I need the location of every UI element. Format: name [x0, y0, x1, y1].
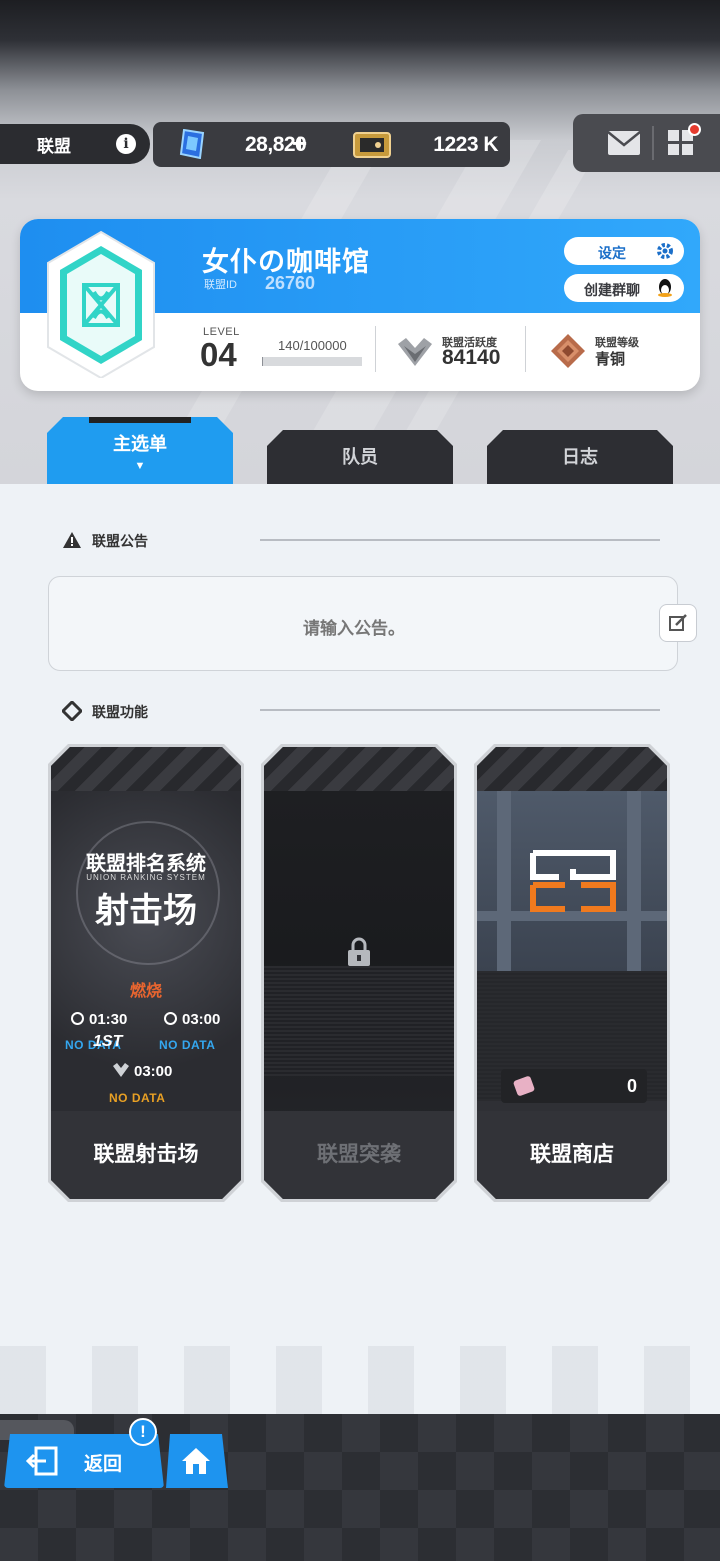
clock-icon [164, 1012, 177, 1025]
settings-label: 设定 [598, 245, 626, 261]
chat-label: 创建群聊 [584, 282, 640, 298]
clock-icon [71, 1012, 84, 1025]
union-id-value: 26760 [265, 273, 316, 293]
create-group-chat-button[interactable]: 创建群聊 [564, 274, 684, 302]
bronze-rank-icon [551, 334, 585, 368]
union-shooting-range-card[interactable]: 联盟排名系统 UNION RANKING SYSTEM 射击场 燃烧 01:30… [48, 744, 244, 1202]
hazard-stripes [264, 747, 454, 791]
notification-dot [688, 123, 701, 136]
hazard-stripes [51, 747, 241, 791]
exp-text: 140/100000 [278, 338, 347, 353]
rank-value: 青铜 [595, 351, 626, 368]
union-title-tab: 联盟 i [0, 124, 150, 164]
element-status: 燃烧 [129, 983, 162, 1000]
qq-penguin-icon [658, 279, 672, 297]
edit-icon [669, 614, 687, 631]
shooting-range-title: 射击场 [95, 892, 197, 930]
ticket-value: 1223 K [433, 133, 498, 156]
home-button[interactable] [166, 1434, 228, 1488]
back-label: 返回 [84, 1454, 123, 1475]
time-slot-1-value: 01:30 [89, 1011, 128, 1028]
gear-icon [657, 243, 673, 259]
exp-progress-bar [262, 357, 362, 366]
shop-currency-counter: 0 [501, 1069, 647, 1103]
add-gems-button[interactable]: + [292, 128, 307, 159]
hazard-stripes [477, 747, 667, 791]
notice-box[interactable]: 请输入公告。 [48, 576, 678, 671]
currency-bar: 28,820 + 1223 K [153, 122, 510, 167]
exit-icon [26, 1446, 58, 1476]
tab-log[interactable]: 日志 [487, 430, 673, 484]
union-title: 联盟 [37, 136, 71, 156]
gem-icon [179, 129, 205, 159]
section-divider [260, 539, 660, 541]
shop-currency-value: 0 [626, 1076, 637, 1096]
time-slot-3: 03:00 [113, 1063, 172, 1080]
home-icon [182, 1448, 210, 1474]
ranking-system-subtitle: UNION RANKING SYSTEM [86, 873, 206, 882]
union-emblem-icon [47, 230, 155, 378]
divider [375, 326, 376, 372]
activity-value: 84140 [442, 346, 501, 369]
ticket-icon [353, 132, 391, 158]
alert-badge: ! [129, 1418, 157, 1446]
warning-icon [63, 532, 81, 548]
lock-icon [348, 937, 370, 966]
no-data-2: NO DATA [159, 1038, 216, 1052]
notice-placeholder: 请输入公告。 [303, 619, 405, 638]
tab-members[interactable]: 队员 [267, 430, 453, 484]
divider [525, 326, 526, 372]
no-data-3: NO DATA [109, 1091, 166, 1105]
first-place-mark: 1ST [93, 1033, 123, 1050]
settings-button[interactable]: 设定 [564, 237, 684, 265]
info-icon[interactable]: i [116, 134, 136, 154]
level-value: 04 [200, 336, 237, 373]
tab-indicator [89, 417, 191, 423]
tab-main-menu[interactable]: 主选单 ▼ [47, 417, 233, 484]
union-raid-card[interactable]: 联盟突袭 [261, 744, 457, 1202]
activity-wings-icon [398, 338, 432, 366]
shop-coin-icon [512, 1075, 536, 1097]
union-shop-card[interactable]: 0 联盟商店 [474, 744, 670, 1202]
mail-icon[interactable] [607, 130, 641, 156]
tab-log-label: 日志 [562, 447, 598, 467]
notice-section-title: 联盟公告 [92, 533, 148, 549]
diamond-icon [62, 701, 82, 721]
time-slot-2-value: 03:00 [182, 1011, 221, 1028]
union-shooting-range-label: 联盟射击场 [51, 1111, 241, 1199]
section-divider [260, 709, 660, 711]
shop-logo-icon [530, 850, 616, 912]
top-right-panel [573, 114, 720, 172]
edit-notice-button[interactable] [659, 604, 697, 642]
union-raid-label: 联盟突袭 [264, 1111, 454, 1199]
tab-members-label: 队员 [342, 447, 378, 467]
features-section-title: 联盟功能 [92, 704, 148, 720]
divider [652, 126, 654, 160]
wings-icon [113, 1063, 129, 1077]
time-slot-2: 03:00 [164, 1011, 220, 1028]
ranking-system-title: 联盟排名系统 [86, 853, 206, 875]
time-slot-3-value: 03:00 [134, 1063, 173, 1080]
union-id-label: 联盟ID [204, 279, 237, 291]
union-shop-label: 联盟商店 [477, 1111, 667, 1199]
time-slot-1: 01:30 [71, 1011, 127, 1028]
